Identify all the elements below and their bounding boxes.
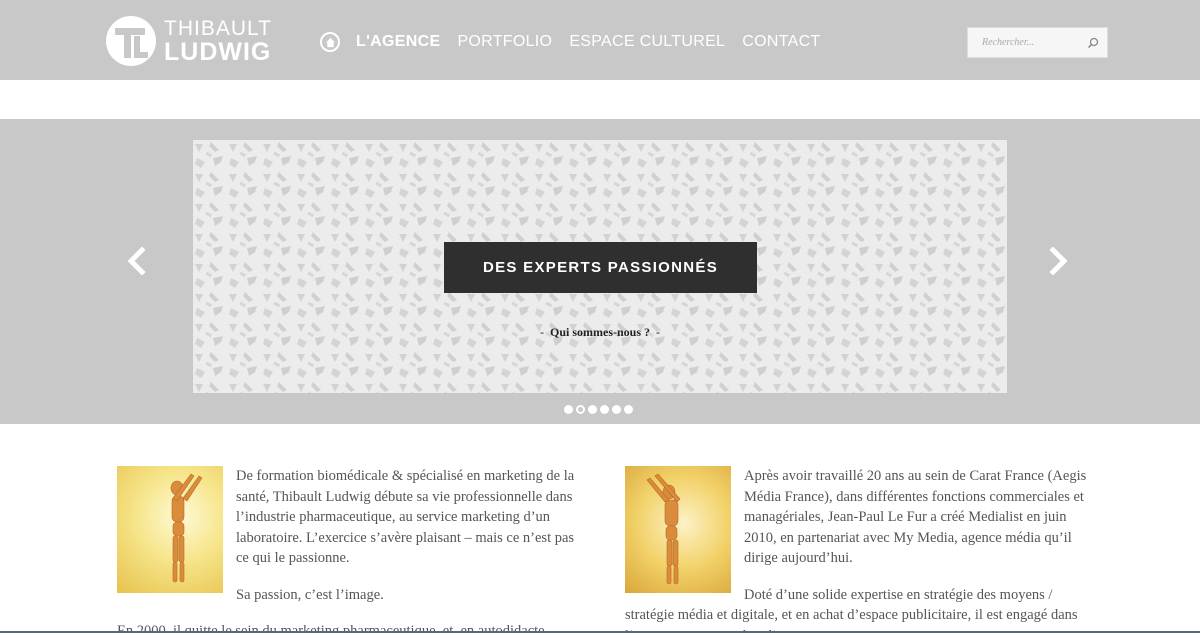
- slide-link-label[interactable]: Qui sommes-nous ?: [550, 325, 650, 339]
- slider-dot[interactable]: [624, 405, 633, 414]
- hero-slider: DES EXPERTS PASSIONNÉS - Qui sommes-nous …: [0, 119, 1200, 424]
- slide-link[interactable]: - Qui sommes-nous ? -: [193, 325, 1007, 340]
- content-column-right: Après avoir travaillé 20 ans au sein de …: [625, 466, 1095, 633]
- logo-last-name: LUDWIG: [164, 37, 272, 66]
- logo-text: THIBAULT LUDWIG: [164, 18, 272, 65]
- main-nav: L'AGENCE PORTFOLIO ESPACE CULTUREL CONTA…: [320, 32, 838, 52]
- chevron-left-icon[interactable]: [125, 246, 149, 276]
- slider-dot[interactable]: [564, 405, 573, 414]
- chevron-right-icon[interactable]: [1046, 246, 1070, 276]
- slider-dots: [564, 405, 636, 414]
- nav-item-contact[interactable]: CONTACT: [742, 33, 820, 51]
- slider-dot[interactable]: [612, 405, 621, 414]
- nav-item-agence[interactable]: L'AGENCE: [356, 33, 440, 51]
- slider-dot[interactable]: [588, 405, 597, 414]
- home-icon[interactable]: [320, 32, 340, 52]
- slider-dot[interactable]: [600, 405, 609, 414]
- content-column-left: De formation biomédicale & spécialisé en…: [117, 466, 587, 633]
- slide-title: DES EXPERTS PASSIONNÉS: [444, 242, 757, 293]
- logo[interactable]: THIBAULT LUDWIG: [106, 15, 276, 67]
- logo-mark-icon: [106, 16, 156, 66]
- slide-link-dash-left: -: [539, 325, 544, 339]
- search-input[interactable]: [968, 28, 1080, 57]
- slide-panel: DES EXPERTS PASSIONNÉS - Qui sommes-nous …: [193, 140, 1007, 393]
- nav-item-espace-culturel[interactable]: ESPACE CULTUREL: [569, 33, 725, 51]
- slider-dot[interactable]: [576, 405, 585, 414]
- site-header: THIBAULT LUDWIG L'AGENCE PORTFOLIO ESPAC…: [0, 0, 1200, 80]
- search-icon[interactable]: [1086, 36, 1100, 50]
- slide-link-dash-right: -: [656, 325, 660, 339]
- wooden-mannequin-image: [117, 466, 223, 593]
- wooden-mannequin-image: [625, 466, 731, 593]
- logo-first-name: THIBAULT: [164, 16, 272, 40]
- search-box: [967, 27, 1108, 58]
- nav-item-portfolio[interactable]: PORTFOLIO: [457, 33, 552, 51]
